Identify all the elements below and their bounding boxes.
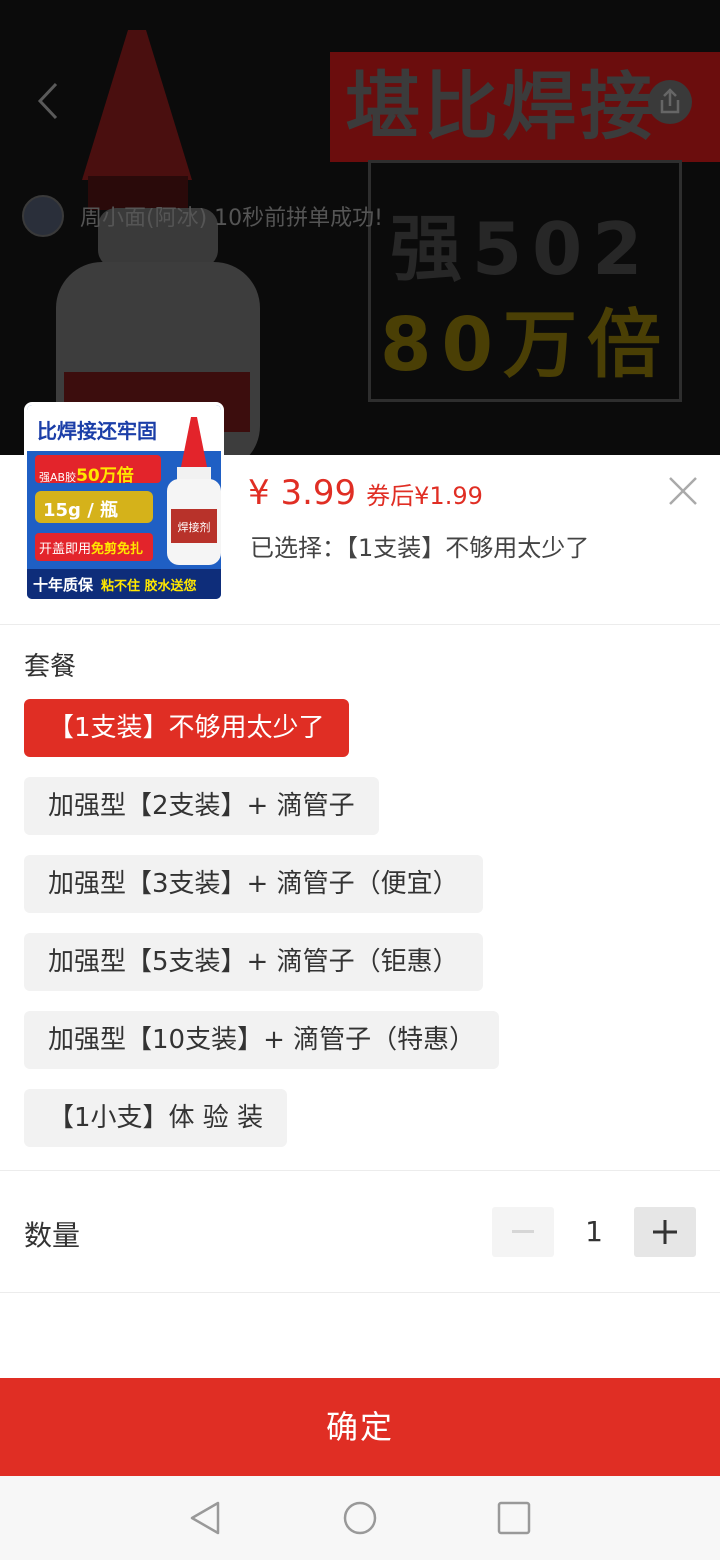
price: ¥ 3.99	[248, 473, 357, 513]
thumbnail-tag-usage-value: 免剪免扎	[91, 542, 144, 557]
quantity-decrease-button[interactable]	[492, 1207, 554, 1257]
close-icon	[669, 477, 697, 505]
minus-icon	[512, 1230, 534, 1233]
coupon-price: 券后¥1.99	[366, 482, 483, 510]
chevron-left-icon	[37, 82, 58, 120]
notice-text: 周小面(阿冰) 10秒前拼单成功!	[80, 206, 383, 231]
price-row: ¥ 3.99 券后¥1.99	[248, 473, 483, 513]
nav-recents-icon[interactable]	[494, 1498, 534, 1538]
nav-home-icon[interactable]	[340, 1498, 380, 1538]
option-10-pack[interactable]: 加强型【10支装】+ 滴管子（特惠）	[24, 1011, 500, 1069]
confirm-button[interactable]: 确定	[0, 1378, 720, 1476]
divider	[0, 624, 720, 625]
selected-value: 【1支装】不够用太少了	[346, 534, 590, 562]
divider	[0, 1292, 720, 1293]
option-2-pack[interactable]: 加强型【2支装】+ 滴管子	[24, 777, 379, 835]
selected-label: 已选择：	[250, 534, 346, 562]
nav-back-icon[interactable]	[186, 1498, 226, 1538]
thumbnail-tag-strength: 强AB胶50万倍	[35, 455, 161, 486]
option-group-title: 套餐	[24, 652, 77, 682]
back-button[interactable]	[30, 78, 70, 124]
plus-icon	[653, 1220, 677, 1244]
quantity-increase-button[interactable]	[634, 1207, 696, 1257]
selected-sku: 已选择：【1支装】不够用太少了	[250, 528, 589, 563]
thumbnail-tag-strength-prefix: 强AB胶	[39, 471, 77, 484]
option-trial-pack[interactable]: 【1小支】体 验 装	[24, 1089, 288, 1147]
share-icon	[648, 80, 692, 124]
option-5-pack[interactable]: 加强型【5支装】+ 滴管子（钜惠）	[24, 933, 483, 991]
avatar	[22, 195, 64, 237]
thumbnail-tag-usage-prefix: 开盖即用	[39, 542, 92, 557]
product-thumbnail[interactable]: 比焊接还牢固 强AB胶50万倍 15g / 瓶 开盖即用免剪免扎 焊接剂 十年质…	[24, 402, 224, 602]
quantity-label: 数量	[24, 1219, 81, 1252]
quantity-value[interactable]: 1	[554, 1207, 634, 1257]
option-1-pack[interactable]: 【1支装】不够用太少了	[24, 699, 349, 757]
thumbnail-footer: 十年质保 粘不住 胶水送您	[27, 569, 221, 599]
background-line-2: 80万倍	[380, 302, 671, 388]
divider	[0, 1170, 720, 1171]
system-navigation-bar	[0, 1476, 720, 1560]
bottle-label: 焊接剂	[178, 520, 211, 534]
background-line-1: 强502	[390, 207, 653, 291]
thumbnail-tag-strength-value: 50万倍	[76, 466, 134, 486]
product-image-background: 堪比焊接 强502 80万倍 周小面(阿冰) 10秒前拼单成功!	[0, 0, 720, 470]
thumbnail-tag-volume: 15g / 瓶	[35, 491, 153, 523]
thumbnail-footer-main: 十年质保	[33, 576, 94, 594]
group-buy-notice: 周小面(阿冰) 10秒前拼单成功!	[22, 195, 383, 237]
share-button[interactable]	[646, 78, 694, 126]
thumbnail-tag-usage: 开盖即用免剪免扎	[35, 533, 153, 561]
thumbnail-footer-extra: 粘不住 胶水送您	[101, 579, 197, 594]
bottle-icon: 焊接剂	[167, 417, 221, 565]
close-button[interactable]	[666, 474, 700, 508]
option-3-pack[interactable]: 加强型【3支装】+ 滴管子（便宜）	[24, 855, 483, 913]
